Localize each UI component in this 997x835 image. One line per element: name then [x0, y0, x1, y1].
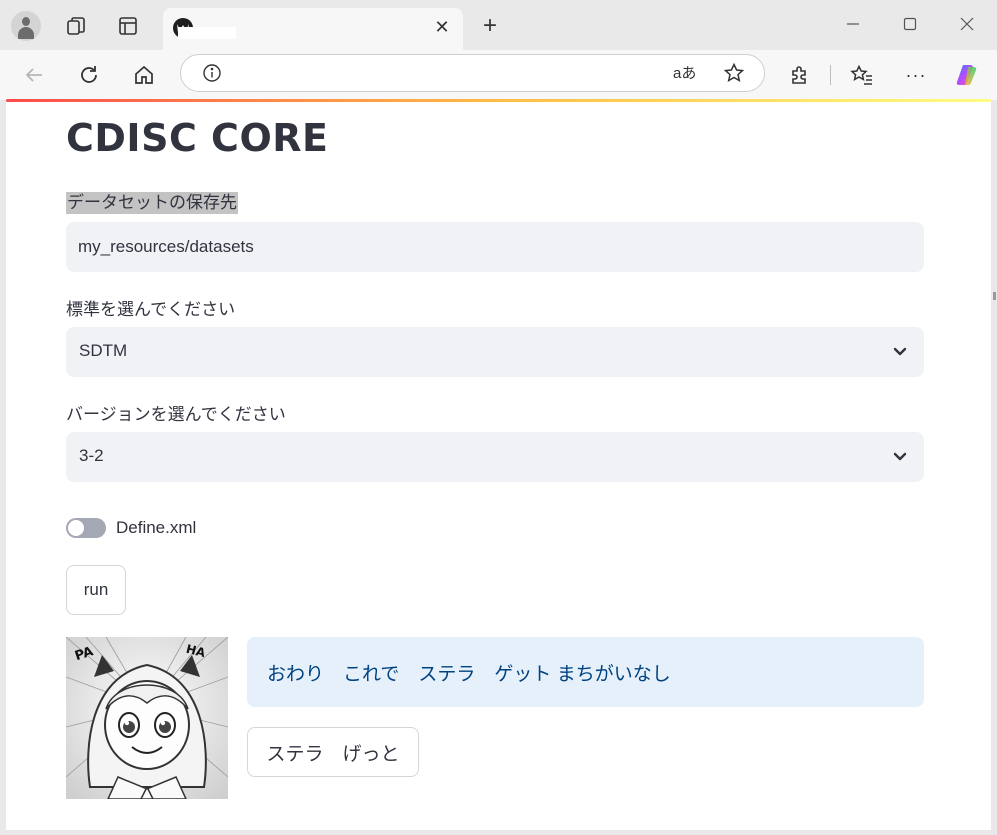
vertical-tabs-icon[interactable] — [112, 10, 144, 42]
minimize-icon[interactable] — [838, 10, 868, 38]
info-alert-text: おわり これで ステラ ゲット まちがいなし — [267, 664, 671, 685]
version-select-label: バージョンを選んでください — [66, 405, 286, 424]
extensions-icon[interactable] — [784, 59, 816, 91]
define-xml-toggle-label: Define.xml — [116, 518, 197, 537]
favorites-icon[interactable] — [846, 59, 878, 91]
standard-select-value: SDTM — [79, 341, 128, 360]
stella-get-button[interactable]: ステラ げっと — [247, 727, 419, 777]
back-icon[interactable] — [18, 59, 50, 91]
dataset-path-label: データセットの保存先 — [66, 192, 238, 214]
tab-title-redacted — [178, 27, 236, 39]
collections-icon[interactable] — [60, 10, 92, 42]
anime-girl-image: PA HA — [66, 637, 228, 799]
version-select-value: 3-2 — [79, 446, 104, 465]
run-button[interactable]: run — [66, 565, 126, 615]
standard-select-label: 標準を選んでください — [66, 300, 236, 319]
close-window-icon[interactable] — [952, 10, 982, 38]
tab-close-icon[interactable]: ✕ — [431, 16, 453, 38]
toolbar-divider — [830, 65, 831, 85]
streamlit-app: CDISC CORE データセットの保存先 標準を選んでください SDTM バー… — [6, 102, 991, 830]
favorite-star-icon[interactable] — [723, 62, 745, 84]
define-xml-toggle[interactable] — [66, 518, 106, 538]
toggle-knob — [68, 520, 84, 536]
standard-select[interactable]: SDTM — [66, 327, 924, 377]
scrollbar-thumb[interactable] — [993, 292, 996, 300]
home-icon[interactable] — [128, 59, 160, 91]
copilot-icon[interactable] — [952, 59, 984, 91]
translate-icon[interactable]: aあ — [673, 62, 696, 83]
browser-toolbar: aあ ··· — [0, 50, 997, 100]
browser-title-bar: ✕ + — [0, 0, 997, 50]
version-select[interactable]: 3-2 — [66, 432, 924, 482]
profile-icon[interactable] — [10, 10, 42, 42]
chevron-down-icon — [893, 347, 907, 356]
info-icon[interactable] — [202, 63, 222, 83]
reload-icon[interactable] — [73, 59, 105, 91]
more-options-icon[interactable]: ··· — [900, 59, 932, 91]
maximize-icon[interactable] — [895, 10, 925, 38]
dataset-path-field[interactable] — [66, 222, 924, 272]
new-tab-button[interactable]: + — [476, 12, 504, 40]
address-bar[interactable]: aあ — [180, 54, 765, 92]
info-alert: おわり これで ステラ ゲット まちがいなし — [247, 637, 924, 707]
page-title: CDISC CORE — [66, 116, 329, 160]
dataset-path-input[interactable] — [66, 222, 924, 272]
chevron-down-icon — [893, 452, 907, 461]
